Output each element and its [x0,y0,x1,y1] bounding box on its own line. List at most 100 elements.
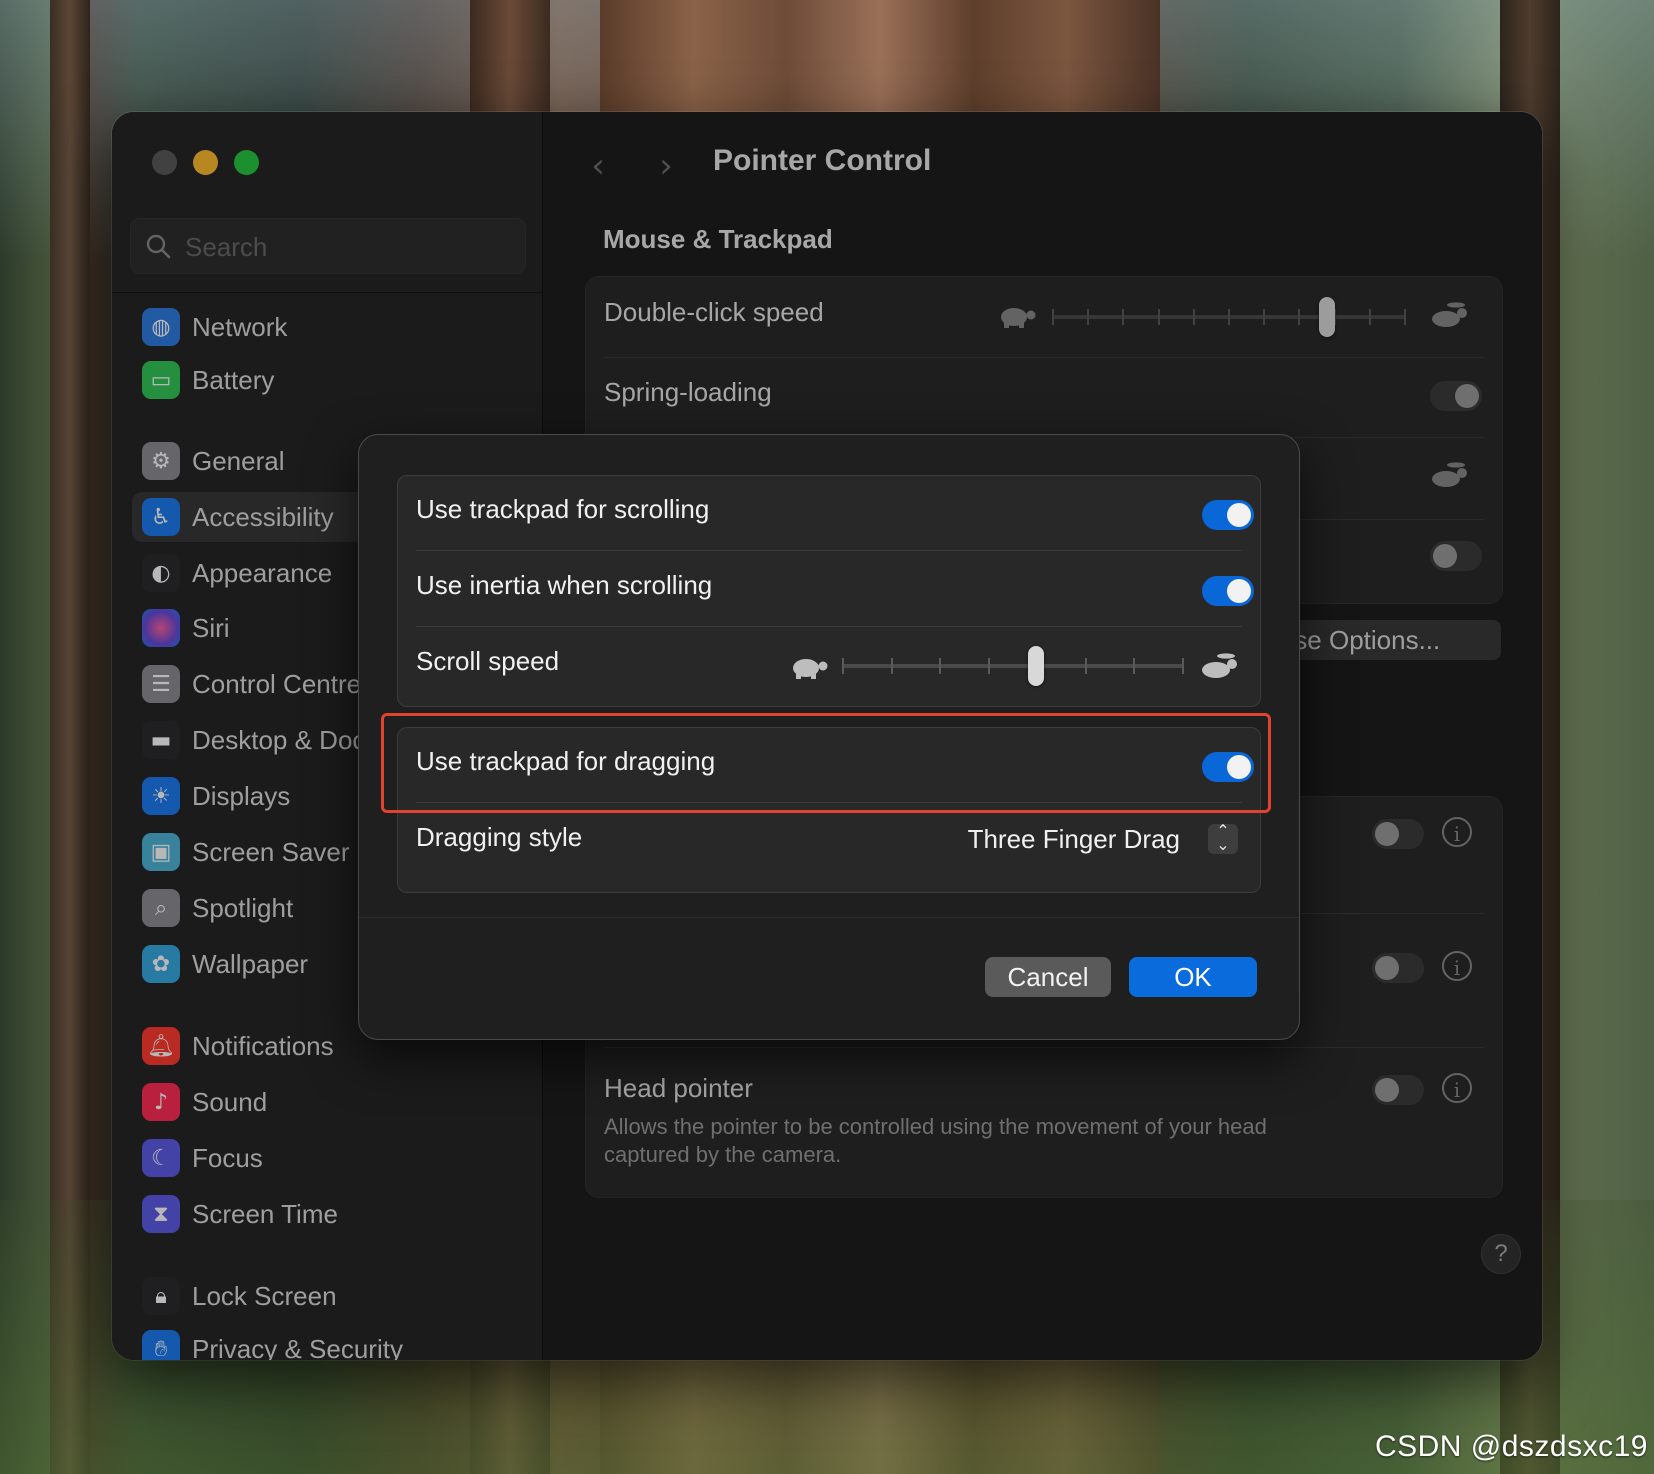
setting-toggle[interactable] [1430,541,1482,571]
trackpad-scrolling-row: Use trackpad for scrolling [416,494,1254,534]
search-icon [146,234,171,259]
slider-thumb[interactable] [1319,297,1335,337]
sidebar-item-label: Wallpaper [192,948,309,979]
row-divider [416,550,1242,551]
sidebar-item-lock-screen[interactable]: 🔒︎ Lock Screen [132,1271,524,1321]
minimize-window-button[interactable] [193,150,218,175]
watermark-text: CSDN @dszdsxc19 [1374,1430,1648,1463]
slider-thumb[interactable] [1028,646,1044,686]
dragging-style-label: Dragging style [416,822,583,852]
ok-button[interactable]: OK [1129,957,1257,997]
cancel-button[interactable]: Cancel [985,957,1111,997]
speaker-icon: ♪ [142,1083,180,1121]
trackpad-dragging-label: Use trackpad for dragging [416,746,716,776]
inertia-scrolling-toggle[interactable] [1202,576,1254,606]
bell-icon: 🔔︎ [142,1027,180,1065]
slider-tick [939,658,941,674]
sidebar-item-label: Lock Screen [192,1280,337,1311]
scroll-speed-label: Scroll speed [416,646,560,676]
inertia-scrolling-row: Use inertia when scrolling [416,570,1254,610]
row-divider [604,357,1484,358]
setting-toggle[interactable] [1372,819,1424,849]
page-title: Pointer Control [713,144,932,177]
control-centre-icon: ☰ [142,665,180,703]
dragging-style-popup[interactable]: Three Finger Drag [968,824,1180,855]
sidebar-item-label: Accessibility [192,501,334,532]
back-chevron-icon[interactable]: ‹ [583,146,613,186]
scroll-speed-slider[interactable] [842,646,1184,686]
magnifier-icon: ⌕ [142,889,180,927]
hand-icon: ✋︎ [142,1330,180,1360]
battery-icon: ▭ [142,361,180,399]
sidebar-item-network[interactable]: ◍ Network [132,302,524,352]
slider-tick [1228,309,1230,325]
sun-icon: ☀ [142,777,180,815]
setting-toggle[interactable] [1372,953,1424,983]
trackpad-scrolling-toggle[interactable] [1202,500,1254,530]
sidebar-item-label: Focus [192,1142,263,1173]
scrolling-options-card: Use trackpad for scrolling Use inertia w… [397,475,1261,707]
row-divider [416,626,1242,627]
slider-tick [988,658,990,674]
double-click-speed-slider[interactable] [1052,297,1406,337]
sidebar-item-focus[interactable]: ☾ Focus [132,1133,524,1183]
up-down-chevron-icon[interactable]: ⌃ ⌄ [1208,823,1238,854]
dragging-style-row: Dragging style Three Finger Drag ⌃ ⌄ [416,822,1242,862]
slider-tick [1182,658,1184,674]
sidebar-item-label: Battery [192,364,275,395]
slider-tick [1263,309,1265,325]
spring-loading-toggle[interactable] [1430,381,1482,411]
slider-tick [1122,309,1124,325]
info-icon[interactable]: i [1442,951,1472,981]
info-icon[interactable]: i [1442,1073,1472,1103]
sidebar-item-screen-time[interactable]: ⧗ Screen Time [132,1189,524,1239]
rabbit-icon [1432,302,1467,327]
sidebar-item-label: General [192,445,285,476]
sidebar-item-label: Network [192,311,288,342]
slider-tick [1158,309,1160,325]
turtle-icon [793,659,828,679]
sidebar-item-label: Screen Saver [192,836,350,867]
sidebar-item-label: Privacy & Security [192,1333,403,1361]
head-pointer-toggle[interactable] [1372,1075,1424,1105]
flower-icon: ✿ [142,945,180,983]
turtle-icon [1001,308,1036,328]
window-controls [152,150,259,175]
sidebar-item-battery[interactable]: ▭ Battery [132,355,524,405]
slider-tick [891,658,893,674]
rabbit-icon [1432,462,1467,487]
slider-tick [1369,309,1371,325]
dragging-options-card: Use trackpad for dragging Dragging style… [397,727,1261,893]
slider-tick [1052,309,1054,325]
forward-chevron-icon[interactable]: › [651,146,681,186]
slider-tick [1085,658,1087,674]
search-field[interactable] [130,218,526,274]
scroll-speed-row: Scroll speed [416,646,1242,686]
section-title: Mouse & Trackpad [603,224,833,254]
close-window-button[interactable] [152,150,177,175]
appearance-icon: ◐ [142,554,180,592]
help-button[interactable]: ? [1481,1234,1521,1274]
sidebar-item-sound[interactable]: ♪ Sound [132,1077,524,1127]
slider-tick [1298,309,1300,325]
slider-tick [1087,309,1089,325]
footer-divider [359,917,1299,918]
sidebar-divider [112,292,542,293]
sidebar-item-label: Appearance [192,557,333,588]
sidebar-item-label: Displays [192,780,291,811]
info-icon[interactable]: i [1442,817,1472,847]
sidebar-item-label: Desktop & Dock [192,724,379,755]
zoom-window-button[interactable] [234,150,259,175]
sidebar-item-label: Screen Time [192,1198,338,1229]
rabbit-icon [1202,653,1237,678]
sidebar-item-label: Siri [192,612,230,643]
search-input[interactable] [183,229,517,265]
trackpad-dragging-toggle[interactable] [1202,752,1254,782]
trackpad-scrolling-label: Use trackpad for scrolling [416,494,710,524]
spring-loading-row: Spring-loading [604,377,1484,417]
sidebar-item-label: Spotlight [192,892,294,923]
sidebar-item-privacy-security[interactable]: ✋︎ Privacy & Security [132,1324,524,1360]
slider-tick [1404,309,1406,325]
double-click-speed-row: Double-click speed [604,297,1484,337]
trackpad-options-sheet: Use trackpad for scrolling Use inertia w… [358,434,1300,1040]
